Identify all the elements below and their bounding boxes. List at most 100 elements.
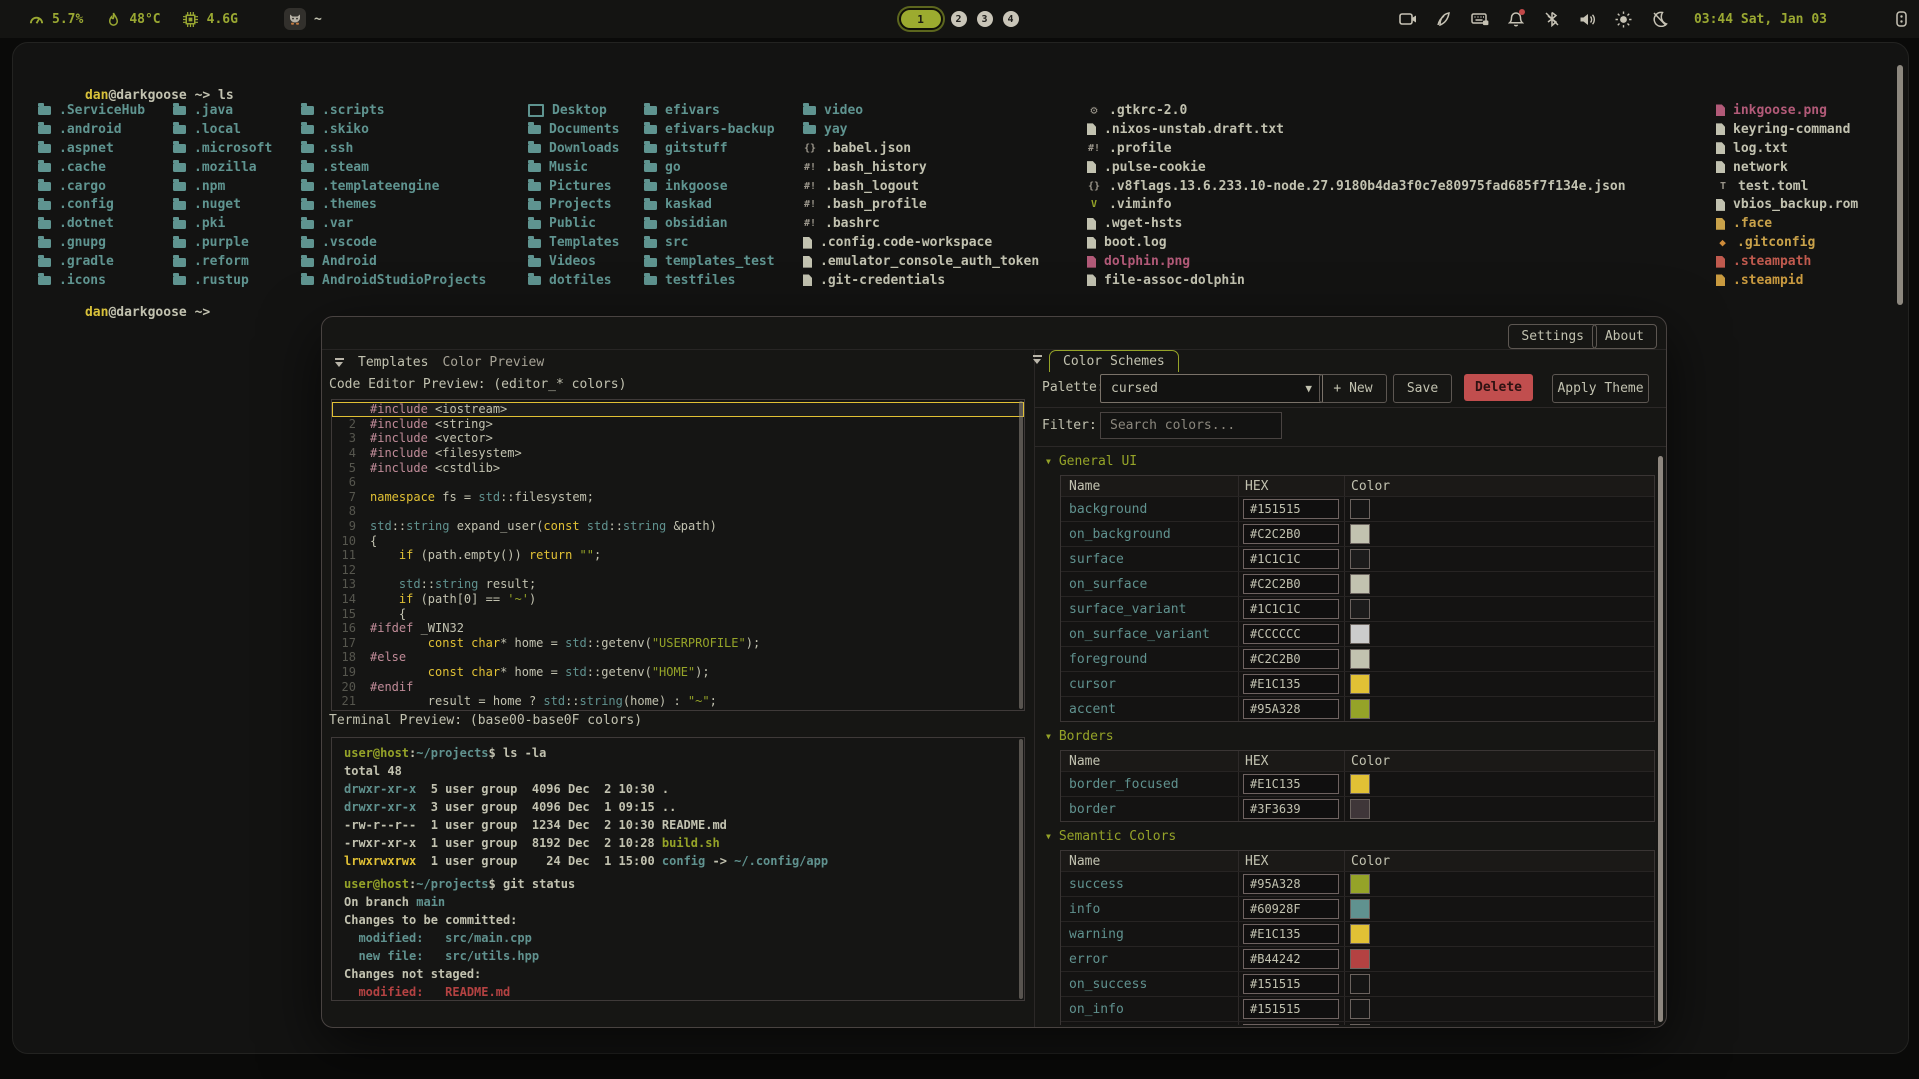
hex-input[interactable]: #C2C2B0 — [1243, 574, 1339, 594]
hex-input[interactable]: #E1C135 — [1243, 774, 1339, 794]
hex-input[interactable]: #B44242 — [1243, 949, 1339, 969]
section-header-general-ui[interactable]: ▼General UI — [1046, 453, 1660, 469]
new-palette-button[interactable]: + New — [1319, 374, 1387, 403]
editor-line: 19 const char* home = std::getenv("HOME"… — [332, 665, 1024, 680]
hex-input[interactable]: #CCCCCC — [1243, 624, 1339, 644]
color-row-on_warning: on_warning#151515 — [1061, 1021, 1654, 1025]
color-swatch[interactable] — [1350, 574, 1370, 594]
color-cell — [1345, 947, 1654, 971]
hex-input[interactable]: #E1C135 — [1243, 674, 1339, 694]
keyboard-lock-icon[interactable] — [1470, 9, 1490, 29]
terminal-preview-line: user@host:~/projects$ git status — [344, 877, 1024, 895]
hex-input[interactable]: #1C1C1C — [1243, 599, 1339, 619]
color-swatch[interactable] — [1350, 924, 1370, 944]
workspace-2[interactable]: 2 — [951, 11, 967, 27]
night-light-off-icon[interactable] — [1650, 9, 1670, 29]
volume-icon[interactable] — [1578, 9, 1598, 29]
search-colors-input[interactable]: Search colors... — [1100, 412, 1282, 439]
color-swatch[interactable] — [1350, 674, 1370, 694]
tab-color-preview[interactable]: Color Preview — [442, 355, 544, 370]
tray-expand-icon[interactable] — [1891, 9, 1911, 29]
color-swatch[interactable] — [1350, 799, 1370, 819]
notifications-icon[interactable] — [1506, 9, 1526, 29]
color-swatch[interactable] — [1350, 774, 1370, 794]
color-swatch[interactable] — [1350, 524, 1370, 544]
settings-button[interactable]: Settings — [1508, 324, 1597, 349]
workspace-3[interactable]: 3 — [977, 11, 993, 27]
color-swatch[interactable] — [1350, 999, 1370, 1019]
terminal-preview-scrollbar[interactable] — [1019, 739, 1023, 999]
save-button[interactable]: Save — [1393, 374, 1452, 403]
section-header-borders[interactable]: ▼Borders — [1046, 728, 1660, 744]
color-swatch[interactable] — [1350, 599, 1370, 619]
editor-line: 15 { — [332, 606, 1024, 621]
line-number: 17 — [332, 636, 356, 650]
entry-label: testfiles — [665, 273, 735, 288]
hex-input[interactable]: #60928F — [1243, 899, 1339, 919]
workspace-4[interactable]: 4 — [1003, 11, 1019, 27]
file-icon — [1716, 274, 1725, 286]
color-row-surface_variant: surface_variant#1C1C1C — [1061, 596, 1654, 621]
color-row-on_surface: on_surface#C2C2B0 — [1061, 571, 1654, 596]
directory-entry: .nuget — [173, 195, 272, 214]
hex-input[interactable]: #95A328 — [1243, 874, 1339, 894]
hex-input[interactable]: #E1C135 — [1243, 924, 1339, 944]
directory-entry: .icons — [38, 271, 145, 290]
clock[interactable]: 03:44 Sat, Jan 03 — [1694, 12, 1827, 27]
entry-label: inkgoose.png — [1733, 103, 1827, 118]
tab-templates[interactable]: Templates — [358, 355, 428, 370]
folder-icon — [173, 258, 186, 267]
hex-input[interactable]: #95A328 — [1243, 699, 1339, 719]
apply-theme-button[interactable]: Apply Theme — [1552, 374, 1649, 403]
hex-input[interactable]: #151515 — [1243, 999, 1339, 1019]
divider — [1035, 446, 1666, 447]
chevron-down-icon: ▼ — [1305, 382, 1312, 395]
folder-icon — [644, 239, 657, 248]
directory-entry: efivars-backup — [644, 120, 775, 139]
color-swatch[interactable] — [1350, 624, 1370, 644]
color-swatch[interactable] — [1350, 874, 1370, 894]
about-button[interactable]: About — [1592, 324, 1657, 349]
color-swatch[interactable] — [1350, 649, 1370, 669]
color-swatch[interactable] — [1350, 899, 1370, 919]
color-swatch[interactable] — [1350, 699, 1370, 719]
hex-input[interactable]: #3F3639 — [1243, 799, 1339, 819]
color-cell — [1345, 572, 1654, 596]
terminal-scrollbar[interactable] — [1897, 65, 1903, 305]
hex-input[interactable]: #151515 — [1243, 1024, 1339, 1025]
hex-input[interactable]: #C2C2B0 — [1243, 649, 1339, 669]
palette-dropdown[interactable]: cursed ▼ — [1100, 374, 1323, 403]
workspace-1-active[interactable]: 1 — [901, 10, 941, 28]
collapse-left-pane-icon[interactable] — [334, 358, 344, 367]
delete-button[interactable]: Delete — [1464, 374, 1533, 401]
bluetooth-off-icon[interactable] — [1542, 9, 1562, 29]
entry-label: Music — [549, 160, 588, 175]
color-swatch[interactable] — [1350, 974, 1370, 994]
editor-scrollbar[interactable] — [1019, 401, 1023, 709]
color-tables-scrollbar[interactable] — [1658, 456, 1663, 1022]
folder-icon — [38, 276, 51, 285]
brightness-icon[interactable] — [1614, 9, 1634, 29]
file-entry: .config.code-workspace — [803, 233, 1039, 252]
screen-record-icon[interactable] — [1398, 9, 1418, 29]
tab-color-schemes[interactable]: Color Schemes — [1049, 350, 1179, 372]
color-swatch[interactable] — [1350, 549, 1370, 569]
hex-input[interactable]: #151515 — [1243, 974, 1339, 994]
collapse-right-pane-icon[interactable] — [1032, 355, 1042, 364]
color-swatch[interactable] — [1350, 949, 1370, 969]
folder-icon — [644, 182, 657, 191]
hex-input[interactable]: #151515 — [1243, 499, 1339, 519]
entry-label: kaskad — [665, 197, 712, 212]
color-swatch[interactable] — [1350, 1024, 1370, 1025]
focused-app[interactable]: ~ — [284, 8, 322, 30]
hex-input[interactable]: #1C1C1C — [1243, 549, 1339, 569]
hex-input[interactable]: #C2C2B0 — [1243, 524, 1339, 544]
file-entry: .pulse-cookie — [1087, 158, 1626, 177]
color-name: info — [1061, 897, 1239, 921]
palette-value: cursed — [1111, 381, 1158, 396]
directory-entry: .ssh — [301, 139, 486, 158]
section-header-semantic-colors[interactable]: ▼Semantic Colors — [1046, 828, 1660, 844]
updates-icon[interactable] — [1434, 9, 1454, 29]
color-swatch[interactable] — [1350, 499, 1370, 519]
directory-entry: .scripts — [301, 101, 486, 120]
